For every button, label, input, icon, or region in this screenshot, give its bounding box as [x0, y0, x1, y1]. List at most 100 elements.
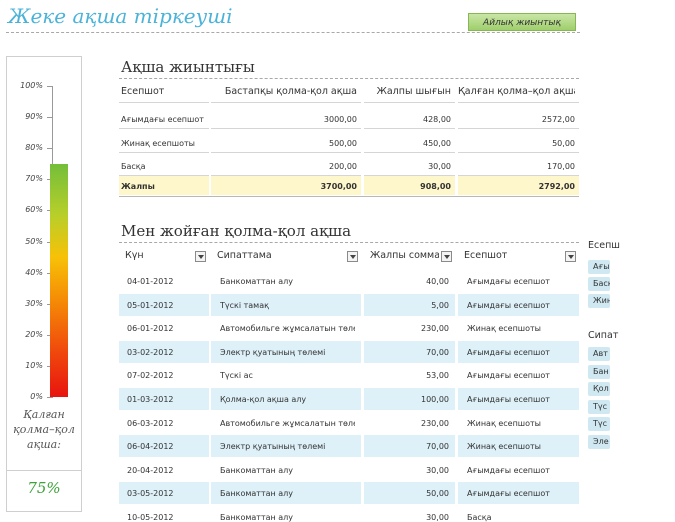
spent-cell: 100,00 [421, 395, 449, 404]
spent-cell: 06-04-2012 [127, 442, 174, 452]
spent-cell: 40,00 [426, 277, 449, 286]
summary-cell-underline [211, 128, 361, 129]
spent-cell: 01-03-2012 [127, 395, 174, 404]
description-filter-item[interactable]: Түс [588, 399, 610, 414]
filter-dropdown-button[interactable] [441, 251, 452, 262]
gauge-caption: Қалған қолма–қол ақша: [7, 407, 81, 452]
spent-cell: Банкоматтан алу [220, 465, 294, 475]
summary-cell-underline [364, 152, 455, 153]
spent-cell: 70,00 [426, 347, 449, 357]
summary-cell: 170,00 [547, 162, 575, 171]
spent-cell: Ағымдағы есепшот [467, 300, 550, 310]
summary-header-cell: Бастапқы қолма-қол ақша [224, 86, 357, 97]
spent-header-cell: Есепшот [464, 250, 508, 261]
summary-cell: 450,00 [423, 139, 451, 148]
summary-cell-underline [364, 128, 455, 129]
spent-cell: Автомобильге жұмсалатын төлем [220, 418, 355, 428]
summary-header-underline [458, 102, 579, 103]
spent-cell: 53,00 [426, 371, 449, 381]
summary-cell-underline [458, 128, 579, 129]
account-filter-title: Есепш [588, 240, 620, 251]
spent-title-divider [119, 242, 579, 243]
summary-header-underline [364, 102, 455, 103]
spent-cell: 06-01-2012 [127, 324, 174, 334]
app-title: Жеке ақша тіркеуші [8, 4, 233, 28]
spent-cell: Қолма-қол ақша алу [220, 395, 307, 404]
monthly-summary-button[interactable]: Айлық жиынтық [468, 13, 576, 31]
spent-cell: 03-02-2012 [127, 347, 174, 357]
spent-cell: 230,00 [421, 324, 449, 334]
cash-remaining-gauge: 100% 90% 80% 70% 60% 50% 40% 30% 20% 10% 0% Қалған… [6, 56, 82, 512]
gauge-tick-label: 80% [25, 143, 43, 153]
spent-cell: Жинақ есепшоты [467, 418, 541, 428]
spent-cell: 230,00 [421, 418, 449, 428]
description-filter-item[interactable]: Қол [588, 382, 610, 397]
summary-header-cell: Қалған қолма–қол ақша [458, 86, 575, 97]
gauge-tick-label: 10% [25, 360, 43, 370]
summary-cell: 200,00 [329, 162, 357, 171]
spent-cell: Автомобильге жұмсалатын төлем [220, 324, 355, 334]
spent-cell: Жинақ есепшоты [467, 442, 541, 452]
spent-cell: Түскі тамақ [220, 300, 269, 310]
spent-header-cell: Сипаттама [217, 250, 272, 261]
account-filter-item[interactable]: Басқ [588, 277, 610, 291]
spent-cell: Ағымдағы есепшот [467, 489, 550, 499]
summary-header-underline [119, 102, 209, 103]
filter-dropdown-button[interactable] [565, 251, 576, 262]
summary-total-cell: 3700,00 [320, 182, 357, 191]
spent-cell: 30,00 [426, 513, 449, 522]
gauge-tick-label: 70% [25, 174, 43, 184]
spent-cell: Ағымдағы есепшот [467, 371, 550, 381]
gauge-percent: 75% [27, 479, 61, 497]
account-filter-item[interactable]: Ағым [588, 260, 610, 274]
summary-header-cell: Жалпы шығын [376, 86, 451, 97]
gauge-tick-label: 60% [25, 205, 43, 215]
spent-cell: Ағымдағы есепшот [467, 277, 550, 286]
spent-cell: Түскі ас [220, 371, 253, 381]
description-filter-item[interactable]: Түс [588, 417, 610, 432]
summary-cell: 3000,00 [323, 115, 357, 124]
gauge-tick-label: 0% [30, 392, 43, 401]
spent-cell: 10-05-2012 [127, 513, 174, 522]
summary-total-underline [119, 196, 579, 197]
spent-cell: Банкоматтан алу [220, 513, 294, 522]
spent-cell: 05-01-2012 [127, 300, 174, 310]
summary-cell-underline [211, 152, 361, 153]
spent-cell: 04-01-2012 [127, 277, 174, 286]
description-filter-title: Сипат [588, 330, 619, 341]
spent-cell: Ағымдағы есепшот [467, 395, 550, 404]
summary-cell: 2572,00 [541, 115, 575, 124]
gauge-tick-label: 50% [25, 236, 43, 246]
summary-cell: Басқа [121, 162, 146, 171]
account-filter-item[interactable]: Жин [588, 294, 610, 308]
summary-cell: Жинақ есепшоты [121, 139, 195, 148]
description-filter-item[interactable]: Бан [588, 364, 610, 379]
gauge-caption-line: ақша: [27, 438, 61, 451]
spent-title: Мен жойған қолма-қол ақша [121, 222, 352, 240]
summary-title-divider [119, 78, 579, 79]
spent-cell: 06-03-2012 [127, 418, 174, 428]
spent-cell: 03-05-2012 [127, 489, 174, 499]
summary-cell-underline [119, 128, 209, 129]
spent-cell: 5,00 [431, 300, 449, 310]
spent-cell: 50,00 [426, 489, 449, 499]
filter-dropdown-button[interactable] [195, 251, 206, 262]
summary-cell: 500,00 [329, 139, 357, 148]
spent-cell: 20-04-2012 [127, 465, 174, 475]
spent-cell: 07-02-2012 [127, 371, 174, 381]
summary-cell: 50,00 [552, 139, 575, 148]
spent-cell: 70,00 [426, 442, 449, 452]
gauge-caption-line: Қалған [23, 408, 65, 421]
gauge-tick-label: 90% [25, 112, 43, 122]
description-filter-item[interactable]: Авт [588, 347, 610, 361]
spent-cell: Банкоматтан алу [220, 489, 294, 499]
gauge-tick-label: 100% [20, 81, 43, 90]
gauge-bar [50, 163, 68, 397]
filter-dropdown-button[interactable] [347, 251, 358, 262]
summary-cell-underline [458, 152, 579, 153]
summary-header-underline [211, 102, 361, 103]
description-filter-item[interactable]: Эле [588, 435, 610, 449]
gauge-tick-label: 40% [25, 267, 43, 277]
spent-cell: Жинақ есепшоты [467, 324, 541, 334]
spent-cell: Банкоматтан алу [220, 277, 294, 286]
